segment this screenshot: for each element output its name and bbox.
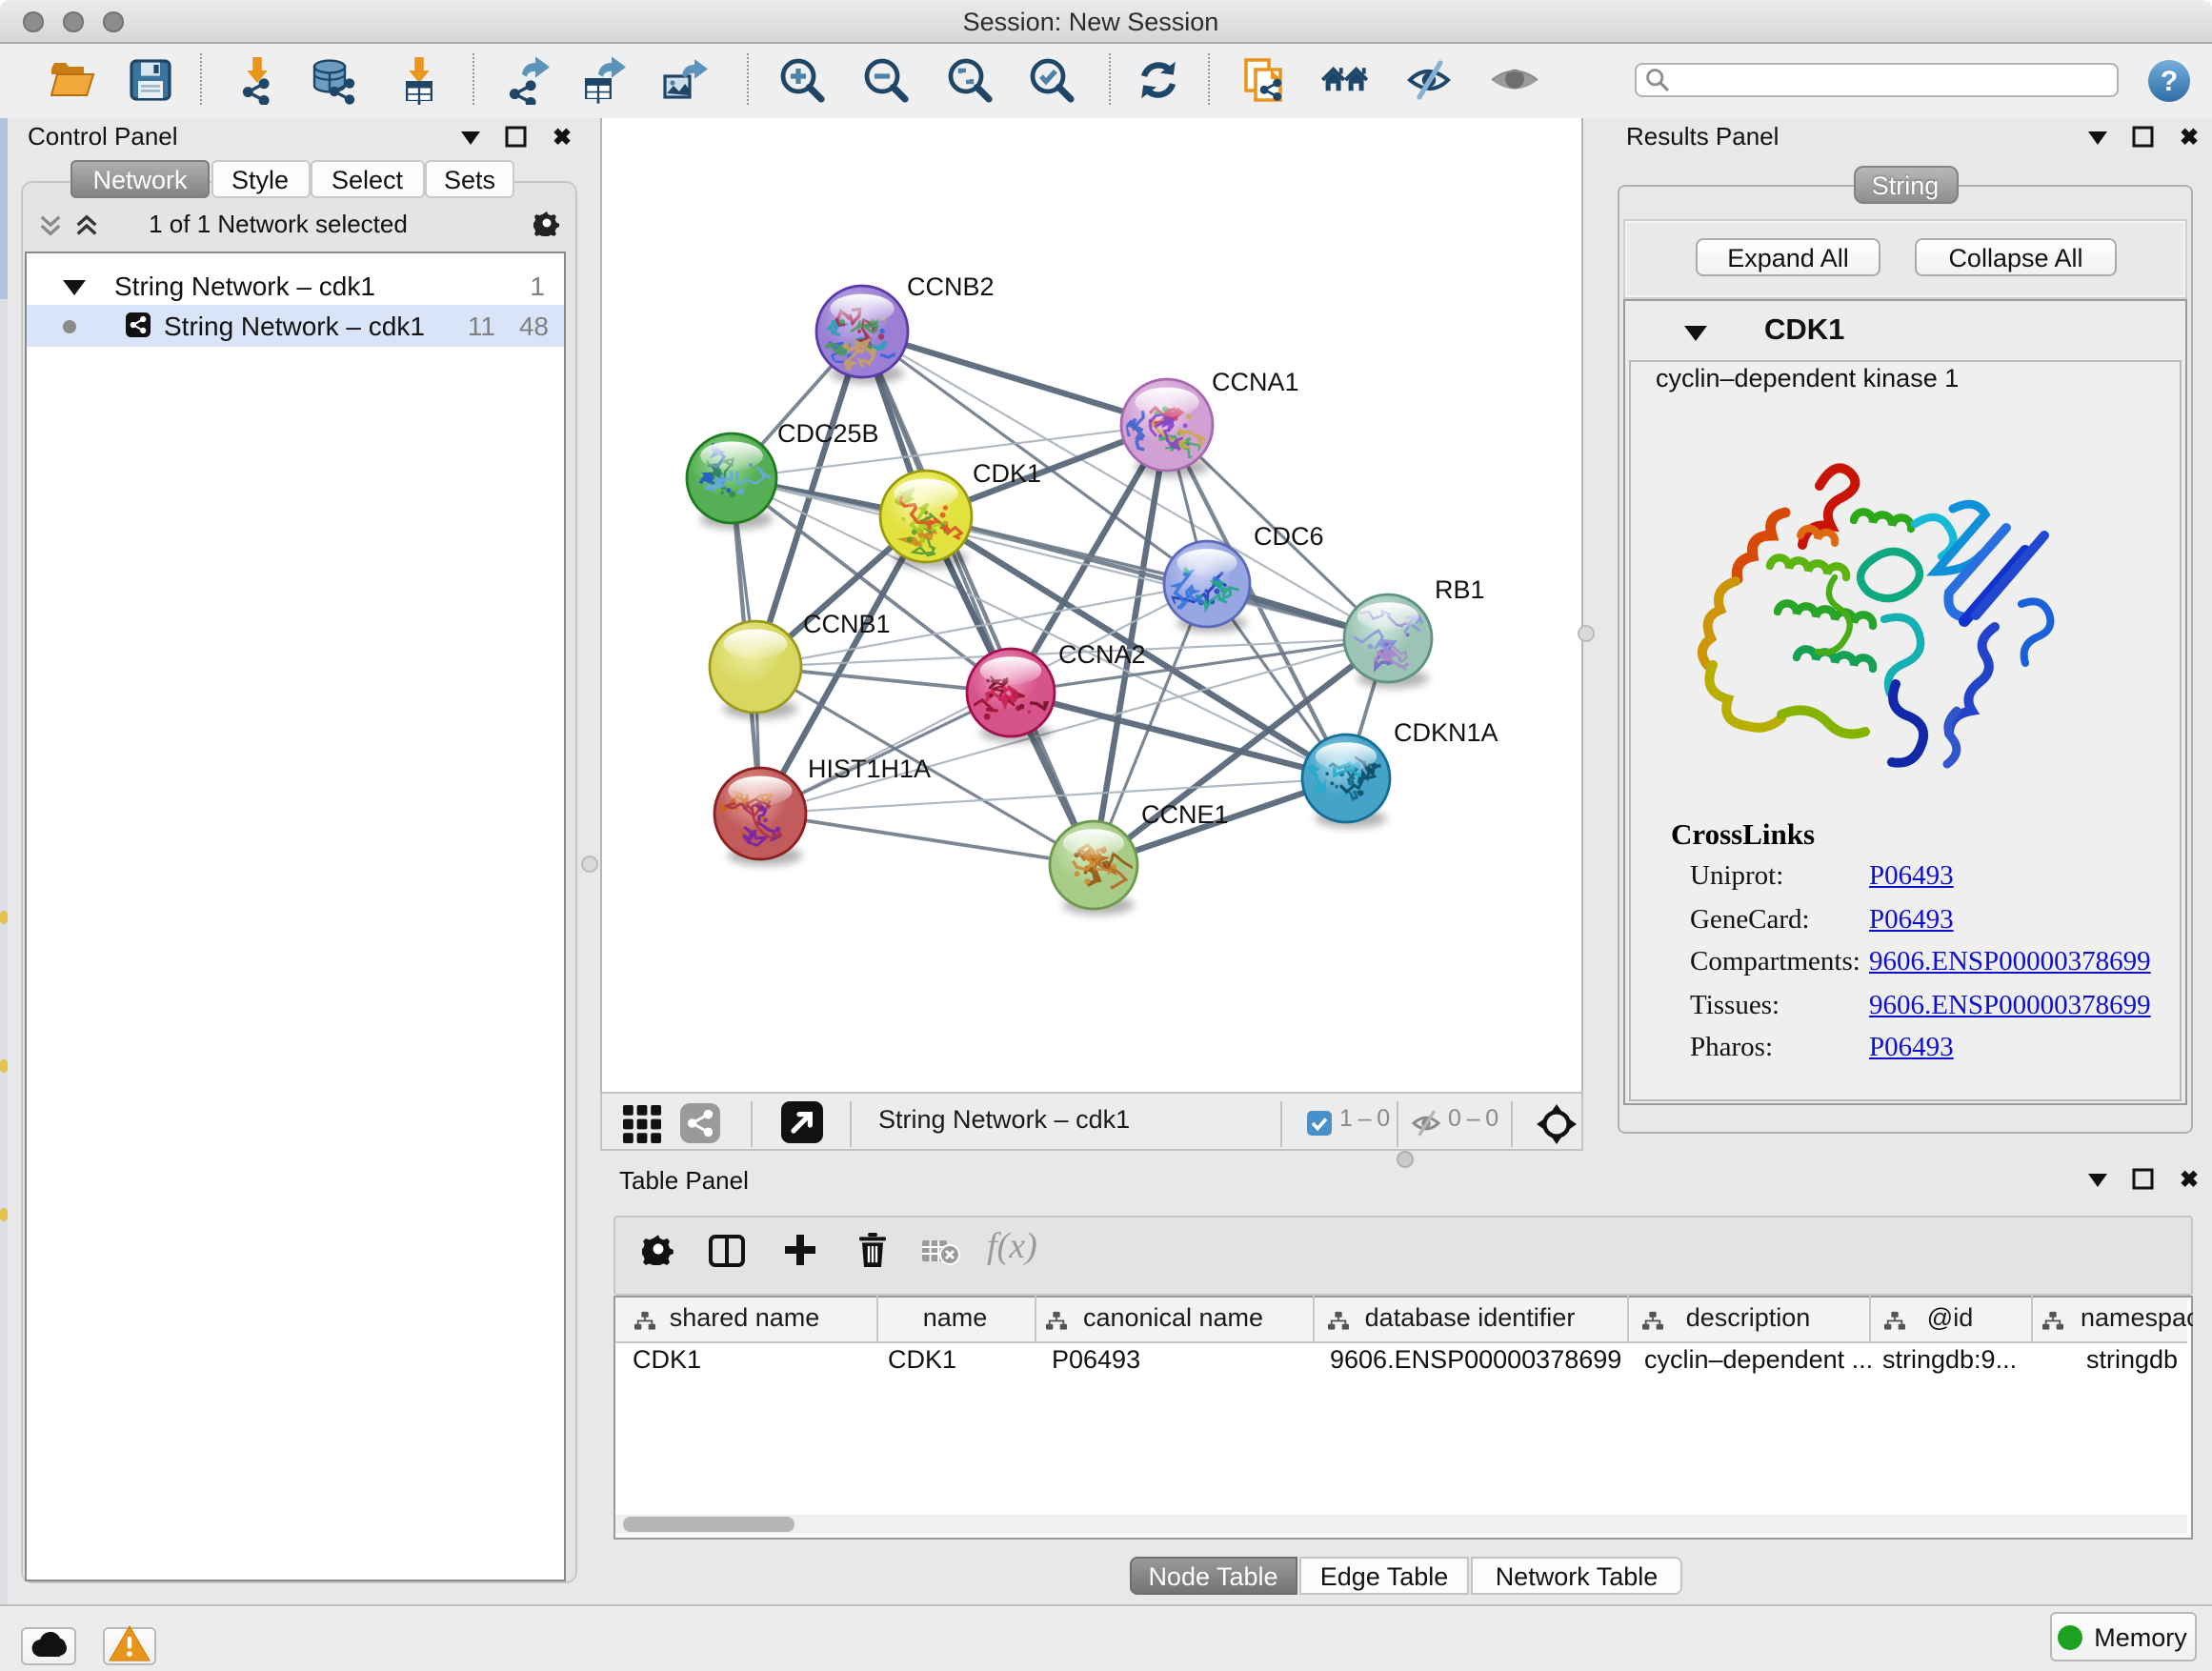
svg-text:CDC25B: CDC25B <box>777 419 879 448</box>
svg-text:CCNA2: CCNA2 <box>1058 640 1146 669</box>
svg-text:RB1: RB1 <box>1435 575 1485 604</box>
svg-text:CDK1: CDK1 <box>973 459 1041 488</box>
svg-text:CCNB1: CCNB1 <box>803 610 891 638</box>
svg-text:HIST1H1A: HIST1H1A <box>808 755 931 783</box>
svg-text:CDC6: CDC6 <box>1254 522 1324 551</box>
svg-text:?: ? <box>2161 66 2178 97</box>
svg-text:CCNA1: CCNA1 <box>1212 368 1299 396</box>
svg-text:CDKN1A: CDKN1A <box>1394 718 1498 747</box>
svg-text:CCNB2: CCNB2 <box>907 272 995 301</box>
svg-text:CCNE1: CCNE1 <box>1141 800 1229 829</box>
